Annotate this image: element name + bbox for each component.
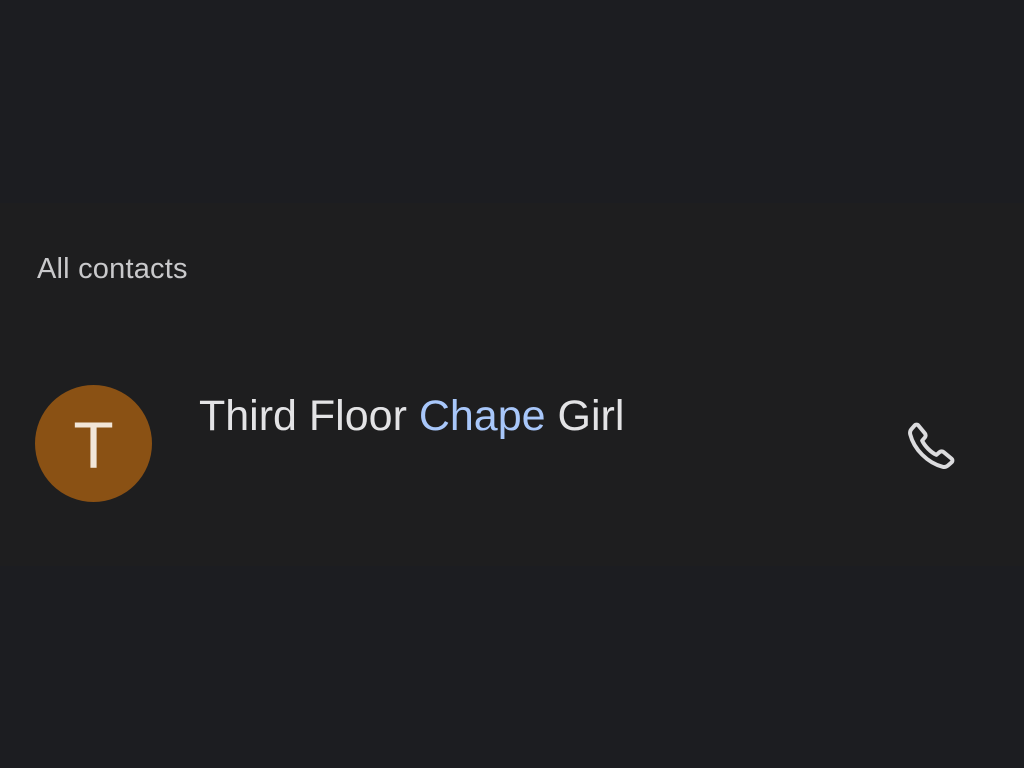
avatar-letter: T [73, 407, 114, 482]
call-button[interactable] [893, 408, 969, 484]
contacts-search-screen: All contacts T Third Floor Chape Girl [0, 0, 1024, 768]
contact-list-item[interactable]: T Third Floor Chape Girl [0, 372, 1024, 522]
section-header-all-contacts: All contacts [37, 253, 188, 285]
contact-name-search-match: Chape [418, 392, 546, 440]
bottom-empty-area [0, 566, 1024, 768]
contact-name: Third Floor Chape Girl [199, 390, 624, 442]
phone-icon [908, 422, 955, 469]
top-empty-area [0, 0, 1024, 203]
contact-name-suffix: Girl [545, 392, 625, 440]
avatar: T [35, 385, 152, 502]
contact-name-prefix: Third Floor [199, 392, 419, 440]
